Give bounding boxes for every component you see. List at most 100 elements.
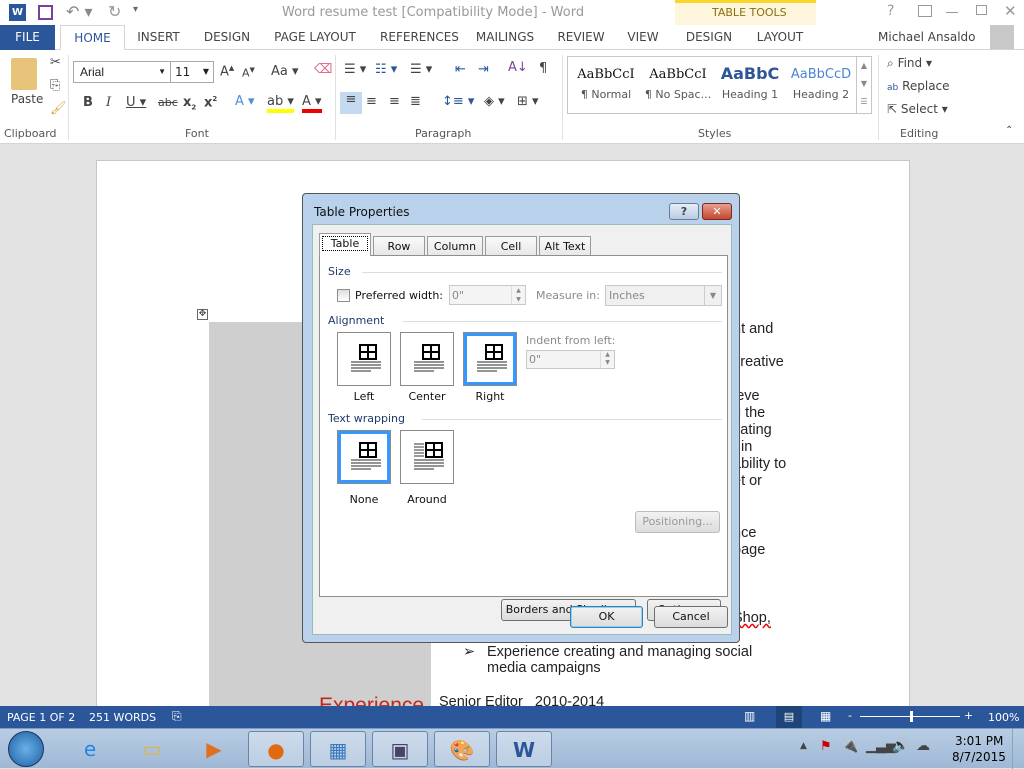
- tab-alt-text[interactable]: Alt Text: [539, 236, 591, 256]
- media-player-icon[interactable]: ▶: [186, 731, 242, 767]
- tab-review[interactable]: REVIEW: [552, 25, 610, 50]
- text-effects-icon[interactable]: A ▾: [235, 94, 255, 109]
- dialog-help-button[interactable]: ?: [669, 203, 699, 220]
- tab-table-design[interactable]: DESIGN: [678, 25, 740, 50]
- close-icon[interactable]: ✕: [1004, 2, 1017, 20]
- ok-button[interactable]: OK: [570, 606, 643, 628]
- tab-view[interactable]: VIEW: [620, 25, 666, 50]
- zoom-slider[interactable]: [860, 711, 960, 722]
- redo-icon[interactable]: ↻: [108, 2, 121, 21]
- superscript-icon[interactable]: x2: [204, 95, 217, 110]
- page-count[interactable]: PAGE 1 OF 2: [7, 711, 75, 724]
- spinner-icon[interactable]: ▲ ▼: [600, 351, 614, 368]
- format-painter-icon[interactable]: 🖌: [50, 101, 67, 116]
- internet-explorer-icon[interactable]: e: [62, 731, 118, 767]
- preferred-width-input[interactable]: 0" ▲ ▼: [449, 285, 526, 305]
- grow-font-icon[interactable]: A▲: [220, 64, 234, 79]
- control-panel-icon[interactable]: ▦: [310, 731, 366, 767]
- option-label[interactable]: Around: [400, 493, 454, 506]
- clear-formatting-icon[interactable]: ⌫: [314, 62, 332, 77]
- cut-icon[interactable]: ✂: [50, 55, 61, 70]
- styles-gallery[interactable]: AaBbCcI ¶ Normal AaBbCcI ¶ No Spac... Aa…: [567, 56, 872, 114]
- web-layout-icon[interactable]: ▦: [820, 709, 831, 723]
- tab-file[interactable]: FILE: [0, 25, 55, 50]
- tab-table-layout[interactable]: LAYOUT: [745, 25, 815, 50]
- tab-home[interactable]: HOME: [60, 25, 125, 51]
- tab-references[interactable]: REFERENCES: [372, 25, 467, 50]
- read-mode-icon[interactable]: ▥: [744, 709, 755, 723]
- font-name-select[interactable]: Arial ▼: [73, 61, 171, 83]
- dialog-close-button[interactable]: ✕: [702, 203, 732, 220]
- numbering-icon[interactable]: ☷ ▾: [375, 62, 397, 77]
- collapse-ribbon-icon[interactable]: ⌃: [1005, 125, 1013, 136]
- option-label[interactable]: Right: [463, 390, 517, 403]
- style-heading-2[interactable]: AaBbCcD Heading 2: [786, 57, 856, 113]
- table-move-handle[interactable]: ✥: [197, 309, 208, 320]
- strikethrough-icon[interactable]: abc: [158, 96, 178, 109]
- font-size-select[interactable]: 11 ▼: [170, 61, 214, 83]
- line-spacing-icon[interactable]: ↕≡ ▾: [442, 94, 474, 109]
- align-right-icon[interactable]: ≡: [389, 94, 400, 109]
- action-center-icon[interactable]: ⚑: [820, 739, 832, 754]
- restore-icon[interactable]: [976, 5, 987, 15]
- help-icon[interactable]: ?: [887, 3, 894, 19]
- zoom-in-button[interactable]: +: [964, 709, 973, 722]
- undo-icon[interactable]: ↶ ▾: [66, 2, 93, 21]
- show-desktop-button[interactable]: [1012, 729, 1024, 769]
- option-right[interactable]: [463, 332, 517, 386]
- cancel-button[interactable]: Cancel: [654, 606, 728, 628]
- style-heading-1[interactable]: AaBbC Heading 1: [714, 57, 786, 113]
- clock-time[interactable]: 3:01 PM: [955, 734, 1003, 748]
- zoom-out-button[interactable]: -: [848, 709, 852, 722]
- positioning-button[interactable]: Positioning...: [635, 511, 720, 533]
- spinner-icon[interactable]: ▲ ▼: [511, 286, 525, 304]
- styles-scroll[interactable]: ▲ ▼ ☰: [856, 57, 871, 113]
- measure-in-select[interactable]: Inches ▼: [605, 285, 722, 306]
- bold-icon[interactable]: B: [83, 95, 93, 110]
- sort-icon[interactable]: A↓: [508, 60, 528, 75]
- increase-indent-icon[interactable]: ⇥: [478, 62, 489, 77]
- tab-table[interactable]: Table: [319, 233, 371, 256]
- minimize-icon[interactable]: [946, 12, 958, 13]
- power-icon[interactable]: 🔌: [842, 739, 858, 754]
- cloud-icon[interactable]: ☁: [916, 738, 930, 754]
- tab-row[interactable]: Row: [373, 236, 425, 256]
- font-color-icon[interactable]: A ▾: [302, 94, 322, 113]
- option-label[interactable]: Left: [337, 390, 391, 403]
- paint-icon[interactable]: 🎨: [434, 731, 490, 767]
- word-taskbar-icon[interactable]: W: [496, 731, 552, 767]
- option-center[interactable]: [400, 332, 454, 386]
- option-label[interactable]: None: [337, 493, 391, 506]
- option-left[interactable]: [337, 332, 391, 386]
- zoom-slider-thumb[interactable]: [910, 711, 913, 722]
- save-icon[interactable]: [38, 5, 53, 20]
- proofing-icon[interactable]: ⎘: [172, 709, 182, 724]
- change-case-icon[interactable]: Aa ▾: [271, 64, 299, 79]
- copy-icon[interactable]: ⎘: [50, 78, 60, 93]
- option-none[interactable]: [337, 430, 391, 484]
- shrink-font-icon[interactable]: A▼: [242, 66, 255, 80]
- bullets-icon[interactable]: ☰ ▾: [344, 62, 366, 77]
- show-formatting-icon[interactable]: ¶: [539, 61, 547, 76]
- multilevel-list-icon[interactable]: ☰ ▾: [410, 62, 432, 77]
- underline-icon[interactable]: U ▾: [126, 95, 146, 110]
- replace-button[interactable]: ab Replace: [887, 79, 950, 93]
- show-hidden-icons[interactable]: ▲: [800, 741, 807, 751]
- ribbon-display-icon[interactable]: [918, 5, 932, 17]
- paste-button[interactable]: Paste: [11, 92, 43, 106]
- volume-icon[interactable]: 🔊: [892, 738, 909, 754]
- option-around[interactable]: [400, 430, 454, 484]
- clock-date[interactable]: 8/7/2015: [952, 750, 1006, 764]
- tab-design[interactable]: DESIGN: [193, 25, 261, 50]
- select-button[interactable]: ⇱ Select ▾: [887, 102, 948, 116]
- tab-cell[interactable]: Cell: [485, 236, 537, 256]
- find-button[interactable]: ⌕ Find ▾: [887, 56, 932, 71]
- italic-icon[interactable]: I: [106, 95, 111, 110]
- decrease-indent-icon[interactable]: ⇤: [455, 62, 466, 77]
- align-center-icon[interactable]: ≡: [366, 94, 377, 109]
- shading-icon[interactable]: ◈ ▾: [484, 94, 505, 109]
- print-layout-icon[interactable]: ▤: [776, 706, 802, 728]
- align-left-icon[interactable]: ≡: [340, 92, 362, 114]
- preferred-width-checkbox[interactable]: [337, 289, 350, 302]
- firefox-icon[interactable]: ●: [248, 731, 304, 767]
